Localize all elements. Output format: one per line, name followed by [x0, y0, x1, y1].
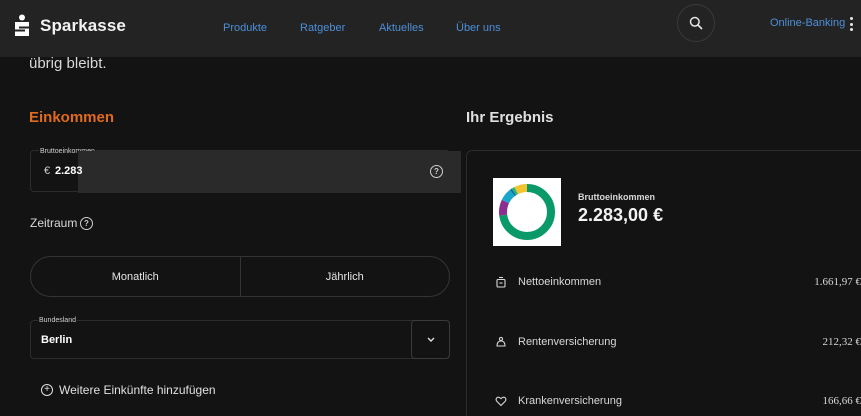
row-label: Rentenversicherung — [518, 336, 617, 348]
result-row-netto: Nettoeinkommen 1.661,97 € — [495, 275, 861, 291]
result-brutto-label: Bruttoeinkommen — [578, 192, 656, 202]
wallet-icon — [496, 276, 506, 288]
result-row-kranken: Krankenversicherung 166,66 € — [495, 394, 861, 410]
search-button[interactable] — [677, 4, 715, 42]
zeitraum-help-icon[interactable]: ? — [80, 217, 93, 230]
toggle-jaehrlich[interactable]: Jährlich — [239, 257, 450, 296]
toggle-monatlich[interactable]: Monatlich — [31, 257, 240, 296]
row-label: Nettoeinkommen — [518, 276, 602, 288]
row-value: 212,32 € — [822, 336, 861, 348]
page: Sparkasse Produkte Ratgeber Aktuelles Üb… — [0, 0, 861, 416]
bundesland-label: Bundesland — [38, 317, 77, 324]
add-income-button[interactable]: + Weitere Einkünfte hinzufügen — [41, 383, 216, 397]
zeitraum-label: Zeitraum — [30, 216, 78, 230]
brutto-income-field[interactable]: Bruttoeinkommen € 2.283 ? — [30, 148, 461, 193]
help-icon[interactable]: ? — [430, 165, 443, 178]
result-row-rente: Rentenversicherung 212,32 € — [495, 335, 861, 351]
result-brutto-value: 2.283,00 € — [578, 205, 664, 225]
nav-aktuelles[interactable]: Aktuelles — [379, 22, 424, 34]
zeitraum-toggle: Monatlich Jährlich — [30, 256, 450, 297]
sparkasse-s-icon — [12, 14, 32, 38]
brutto-value[interactable]: 2.283 — [55, 165, 83, 177]
brutto-input[interactable] — [78, 151, 461, 193]
online-banking-link[interactable]: Online-Banking — [770, 17, 845, 29]
row-value: 1.661,97 € — [814, 276, 861, 288]
nav-produkte[interactable]: Produkte — [223, 22, 267, 34]
einkommen-heading: Einkommen — [29, 109, 115, 126]
sparkasse-logo[interactable]: Sparkasse — [12, 14, 126, 38]
intro-text: übrig bleibt. — [29, 55, 107, 72]
plus-circle-icon: + — [41, 384, 53, 396]
nav-ueber-uns[interactable]: Über uns — [456, 22, 501, 34]
more-menu-icon[interactable] — [846, 15, 856, 33]
add-income-label: Weitere Einkünfte hinzufügen — [59, 383, 216, 397]
currency-symbol: € — [44, 165, 51, 177]
bundesland-value: Berlin — [41, 334, 73, 346]
search-icon — [689, 16, 703, 30]
chevron-down-icon[interactable] — [411, 320, 450, 359]
row-label: Krankenversicherung — [518, 395, 622, 407]
result-card: Bruttoeinkommen 2.283,00 € Nettoeinkomme… — [466, 150, 861, 416]
ergebnis-heading: Ihr Ergebnis — [466, 109, 554, 126]
pension-icon — [496, 336, 506, 347]
bundesland-select[interactable]: Bundesland Berlin — [30, 317, 450, 359]
heart-icon — [495, 396, 507, 407]
brand-name: Sparkasse — [40, 16, 126, 35]
donut-chart — [493, 178, 561, 246]
row-value: 166,66 € — [822, 395, 861, 407]
top-header: Sparkasse Produkte Ratgeber Aktuelles Üb… — [0, 0, 861, 57]
nav-ratgeber[interactable]: Ratgeber — [300, 22, 345, 34]
